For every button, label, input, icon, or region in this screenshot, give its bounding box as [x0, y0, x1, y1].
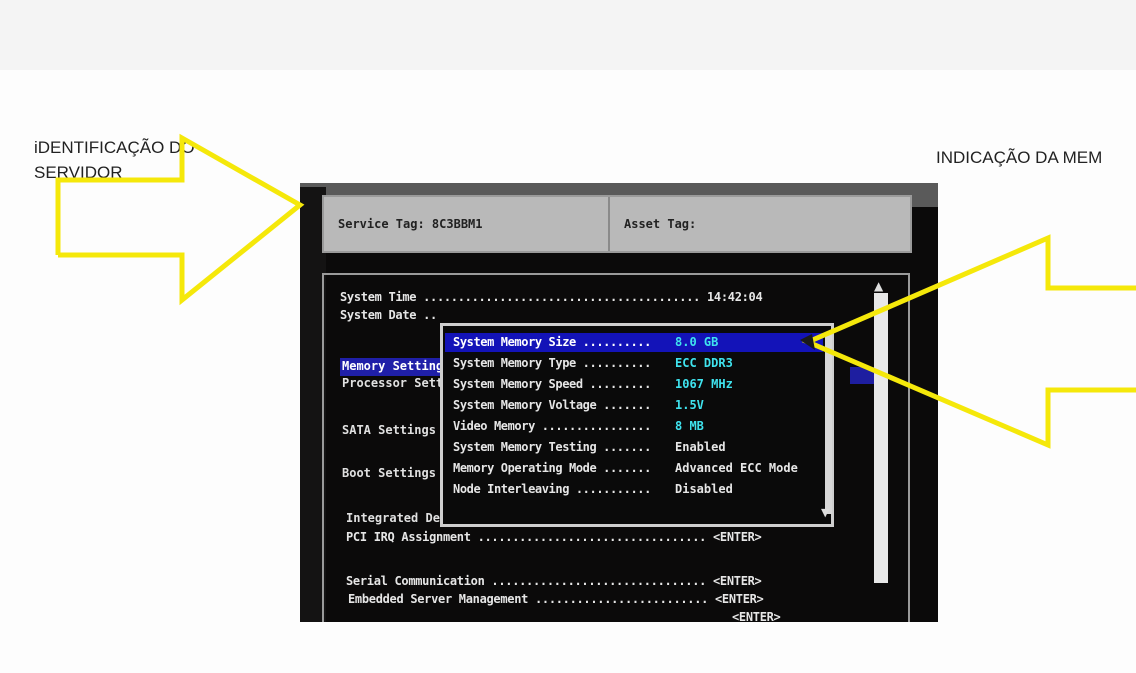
memory-speed-value: 1067 MHz: [675, 377, 733, 391]
video-memory-label[interactable]: Video Memory ................: [453, 419, 651, 433]
memory-voltage-value: 1.5V: [675, 398, 704, 412]
menu-processor-settings[interactable]: Processor Sett: [342, 376, 443, 390]
memory-testing-label[interactable]: System Memory Testing .......: [453, 440, 651, 454]
service-tag: Service Tag: 8C3BBM1: [338, 217, 483, 231]
embedded-server-mgmt-row[interactable]: Embedded Server Management .............…: [348, 592, 764, 606]
menu-boot-settings[interactable]: Boot Settings: [342, 466, 436, 480]
memory-operating-mode-label[interactable]: Memory Operating Mode .......: [453, 461, 651, 475]
menu-memory-settings[interactable]: Memory Setting: [342, 359, 443, 373]
memory-operating-mode-value[interactable]: Advanced ECC Mode: [675, 461, 798, 475]
system-time-row: System Time ............................…: [340, 290, 763, 304]
popup-scrollbar[interactable]: [825, 334, 832, 514]
asset-tag: Asset Tag:: [624, 217, 697, 231]
memory-voltage-label[interactable]: System Memory Voltage .......: [453, 398, 651, 412]
memory-size-label[interactable]: System Memory Size ..........: [453, 335, 651, 349]
menu-sata-settings[interactable]: SATA Settings: [342, 423, 436, 437]
main-scrollbar[interactable]: ▲: [874, 279, 888, 583]
memory-indication-label: INDICAÇÃO DA MEM: [936, 148, 1103, 167]
memory-type-value: ECC DDR3: [675, 356, 733, 370]
system-date-row[interactable]: System Date ..: [340, 308, 437, 322]
menu-integrated-devices[interactable]: Integrated Dev: [346, 511, 447, 525]
video-memory-value: 8 MB: [675, 419, 704, 433]
memory-speed-label[interactable]: System Memory Speed .........: [453, 377, 651, 391]
server-identification-line2: SERVIDOR: [34, 163, 123, 182]
scroll-up-arrow-icon[interactable]: ▲: [874, 279, 883, 293]
node-interleaving-label[interactable]: Node Interleaving ...........: [453, 482, 651, 496]
node-interleaving-value[interactable]: Disabled: [675, 482, 733, 496]
serial-communication-row[interactable]: Serial Communication ...................…: [346, 574, 762, 588]
embedded-mgmt-cut-row: <ENTER>: [732, 610, 781, 622]
tag-divider: [608, 197, 610, 251]
top-background-band: [0, 0, 1136, 70]
popup-scroll-down-arrow-icon[interactable]: ▼: [821, 506, 829, 519]
server-identification-label: iDENTIFICAÇÃO DO SERVIDOR: [34, 135, 195, 185]
memory-type-label[interactable]: System Memory Type ..........: [453, 356, 651, 370]
server-identification-line1: iDENTIFICAÇÃO DO: [34, 138, 195, 157]
memory-settings-popup: ▼ System Memory Size .......... 8.0 GB S…: [440, 323, 834, 527]
tag-bar: Service Tag: 8C3BBM1 Asset Tag:: [322, 195, 912, 253]
memory-size-value: 8.0 GB: [675, 335, 719, 349]
memory-testing-value[interactable]: Enabled: [675, 440, 726, 454]
bios-screen-photo: Service Tag: 8C3BBM1 Asset Tag: System T…: [300, 183, 938, 622]
pci-irq-row[interactable]: PCI IRQ Assignment .....................…: [346, 530, 762, 544]
